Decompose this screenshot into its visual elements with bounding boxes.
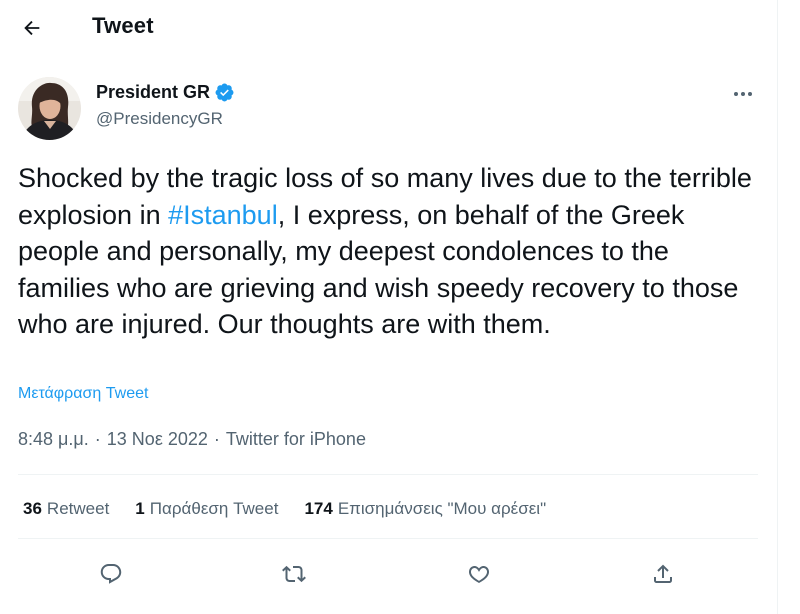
engagement-stats: 36 Retweet 1 Παράθεση Tweet 174 Επισημάν… bbox=[23, 499, 572, 519]
page-title: Tweet bbox=[92, 13, 154, 38]
avatar[interactable] bbox=[18, 77, 81, 140]
tweet-source[interactable]: Twitter for iPhone bbox=[226, 429, 366, 450]
quote-tweets-stat[interactable]: 1 Παράθεση Tweet bbox=[135, 499, 278, 519]
tweet-date[interactable]: 13 Νοε 2022 bbox=[107, 429, 208, 450]
retweet-button[interactable] bbox=[277, 557, 311, 591]
meta-separator: · bbox=[213, 429, 220, 449]
tweet-header: Tweet bbox=[0, 0, 777, 56]
reply-button[interactable] bbox=[94, 557, 128, 591]
author-name-row: President GR bbox=[96, 82, 235, 103]
retweet-icon bbox=[282, 565, 306, 583]
retweets-stat[interactable]: 36 Retweet bbox=[23, 499, 109, 519]
back-button[interactable] bbox=[14, 10, 50, 46]
share-icon bbox=[654, 564, 672, 583]
author-handle[interactable]: @PresidencyGR bbox=[96, 109, 223, 129]
like-icon bbox=[468, 565, 490, 583]
likes-count: 174 bbox=[304, 499, 333, 518]
quotes-count: 1 bbox=[135, 499, 145, 518]
more-options-button[interactable] bbox=[727, 82, 759, 106]
author-display-name[interactable]: President GR bbox=[96, 82, 210, 103]
quotes-label: Παράθεση Tweet bbox=[149, 499, 279, 518]
tweet-time[interactable]: 8:48 μ.μ. bbox=[18, 429, 89, 450]
translate-tweet-link[interactable]: Μετάφραση Tweet bbox=[18, 385, 148, 403]
more-dots-icon bbox=[734, 92, 752, 96]
tweet-actions-bar bbox=[0, 553, 777, 593]
tweet-text: Shocked by the tragic loss of so many li… bbox=[18, 160, 758, 343]
like-button[interactable] bbox=[462, 557, 496, 591]
likes-label: Επισημάνσεις "Μου αρέσει" bbox=[337, 499, 547, 518]
hashtag-link[interactable]: #Istanbul bbox=[168, 200, 278, 230]
arrow-left-icon bbox=[24, 20, 40, 36]
meta-separator: · bbox=[94, 429, 101, 449]
verified-badge-icon bbox=[215, 83, 234, 102]
likes-stat[interactable]: 174 Επισημάνσεις "Μου αρέσει" bbox=[304, 499, 546, 519]
reply-icon bbox=[100, 564, 122, 584]
tweet-metadata: 8:48 μ.μ. · 13 Νοε 2022 · Twitter for iP… bbox=[18, 429, 366, 450]
retweets-count: 36 bbox=[23, 499, 42, 518]
share-button[interactable] bbox=[646, 557, 680, 591]
retweets-label: Retweet bbox=[46, 499, 110, 518]
right-gutter bbox=[778, 0, 800, 614]
divider bbox=[18, 474, 758, 475]
divider bbox=[18, 538, 758, 539]
